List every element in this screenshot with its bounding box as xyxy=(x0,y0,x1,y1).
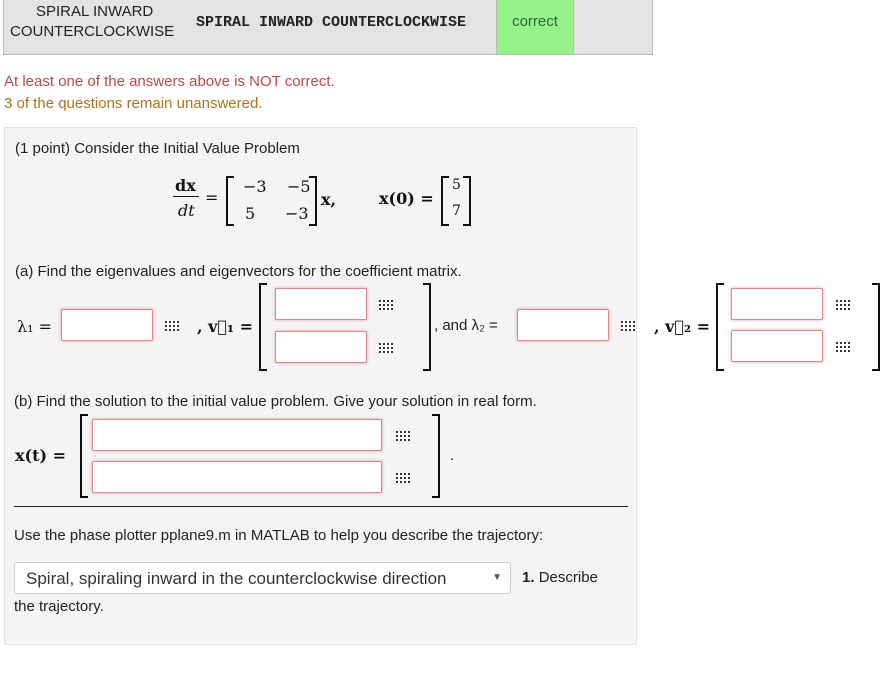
equals-sign: = xyxy=(205,188,219,207)
dx: dx xyxy=(175,176,196,195)
v2-label: , v⃗₂ = xyxy=(654,317,711,336)
v2-bracket-left xyxy=(716,283,724,371)
problem-intro: (1 point) Consider the Initial Value Pro… xyxy=(15,140,300,157)
initial-condition-label: x(0) = xyxy=(379,189,434,208)
matrix-entry-icon[interactable] xyxy=(836,340,850,352)
trajectory-select[interactable]: Spiral, spiraling inward in the counterc… xyxy=(14,562,511,594)
describe-number: 1. xyxy=(522,569,535,586)
matrix-a21: 5 xyxy=(245,204,256,223)
matrix-entry-icon[interactable] xyxy=(165,319,179,331)
ic-value-1: 5 xyxy=(452,177,461,193)
v2-input-2[interactable] xyxy=(731,330,823,362)
v1-bracket-left xyxy=(259,283,267,371)
and-lambda2-label: , and λ₂ = xyxy=(434,317,498,334)
entered-line-1: SPIRAL INWARD xyxy=(36,3,154,20)
x-var: x, xyxy=(321,190,337,209)
part-a-prompt: (a) Find the eigenvalues and eigenvector… xyxy=(15,263,462,280)
ic-bracket-right xyxy=(463,176,471,226)
v2-bracket-right xyxy=(872,283,880,371)
v1-input-1[interactable] xyxy=(275,288,367,320)
v2-input-1[interactable] xyxy=(731,288,823,320)
matrix-a12: −5 xyxy=(287,177,311,196)
matrix-entry-icon[interactable] xyxy=(379,341,393,353)
lambda1-label: λ₁ = xyxy=(17,317,53,336)
entered-answer: SPIRAL INWARD COUNTERCLOCKWISE xyxy=(4,0,196,54)
v1-input-2[interactable] xyxy=(275,331,367,363)
matrix-bracket-right xyxy=(309,176,317,226)
fraction-bar xyxy=(173,196,199,197)
describe-label: 1. Describe xyxy=(522,569,598,586)
matrix-bracket-left xyxy=(226,176,234,226)
describe-tail: the trajectory. xyxy=(14,598,104,615)
ic-value-2: 7 xyxy=(452,203,461,219)
status-badge: correct xyxy=(496,0,574,54)
lambda1-input[interactable] xyxy=(61,309,153,341)
matrix-entry-icon[interactable] xyxy=(621,319,635,331)
answer-preview: SPIRAL INWARD COUNTERCLOCKWISE xyxy=(196,14,467,31)
unanswered-message: 3 of the questions remain unanswered. xyxy=(4,95,263,112)
v1-label: , v⃗₁ = xyxy=(197,317,254,336)
message-cell xyxy=(574,0,652,54)
trajectory-select-value: Spiral, spiraling inward in the counterc… xyxy=(26,569,447,588)
matrix-entry-icon[interactable] xyxy=(379,298,393,310)
not-correct-message: At least one of the answers above is NOT… xyxy=(4,73,335,90)
matrix-a22: −3 xyxy=(285,204,309,223)
entered-line-2: COUNTERCLOCKWISE xyxy=(10,23,175,40)
describe-word: Describe xyxy=(538,569,598,586)
matrix-entry-icon[interactable] xyxy=(836,298,850,310)
ic-bracket-left xyxy=(441,176,449,226)
results-table: SPIRAL INWARD COUNTERCLOCKWISE SPIRAL IN… xyxy=(3,0,653,55)
dropdown-arrow-icon: ▼ xyxy=(492,572,502,583)
matrix-a11: −3 xyxy=(243,177,267,196)
dt: dt xyxy=(178,201,195,220)
v1-bracket-right xyxy=(423,283,431,371)
lambda2-input[interactable] xyxy=(517,309,609,341)
